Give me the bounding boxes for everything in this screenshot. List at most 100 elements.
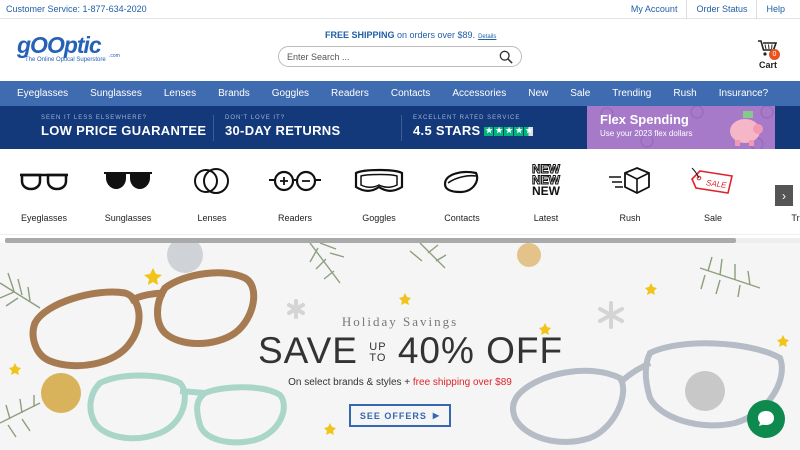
category-lenses[interactable]: Lenses [170,163,254,223]
flex-spending-title: Flex Spending [600,112,689,127]
hero-percent: 40% OFF [397,330,564,371]
flex-spending-banner[interactable]: Flex Spending Use your 2023 flex dollars [587,106,775,149]
customer-service: Customer Service: 1-877-634-2020 [6,4,147,14]
price-guarantee-small: SEEN IT LESS ELSEWHERE? [41,115,147,121]
cart-button[interactable]: 0 Cart [753,40,783,70]
cart-label: Cart [758,60,777,70]
free-shipping-notice: FREE SHIPPING on orders over $89. Details [325,30,496,40]
category-label: Goggles [362,213,396,223]
category-label: Lenses [197,213,227,223]
rating-big: 4.5 STARS [413,123,534,138]
rating-badge[interactable]: EXCELLENT RATED SERVICE 4.5 STARS [413,115,534,138]
help-link[interactable]: Help [756,0,794,19]
category-label: Latest [533,213,559,223]
search-icon[interactable] [499,50,513,64]
category-sale[interactable]: SALE Sale [671,163,755,223]
order-status-link[interactable]: Order Status [686,0,756,19]
category-label: Tre [791,213,800,223]
search-input[interactable] [287,51,499,62]
site-logo[interactable]: gOOptic .com The Online Optical Supersto… [17,32,127,63]
my-account-link[interactable]: My Account [622,0,687,19]
price-guarantee-big: LOW PRICE GUARANTEE [41,123,207,138]
hero-headline: SAVE UP TO 40% OFF [258,330,563,372]
promo-divider [213,115,214,141]
hero-on-select: On select brands & styles + [288,377,413,388]
category-label: Contacts [444,213,480,223]
lenses-icon [194,167,229,194]
hero-description: On select brands & styles + free shippin… [0,377,800,388]
nav-trending[interactable]: Trending [612,88,651,99]
category-latest[interactable]: NEW NEW NEW Latest [504,163,588,224]
customer-service-label: Customer Service: [6,4,81,14]
rating-text: 4.5 STARS [413,123,481,138]
free-shipping-text: on orders over $89. [394,30,476,40]
hero-free-shipping: free shipping over $89 [412,377,512,388]
category-label: Sale [703,213,722,223]
returns-policy[interactable]: DON'T LOVE IT? 30-DAY RETURNS [225,115,340,138]
logo-dotcom: .com [109,53,120,59]
contacts-icon [443,170,479,193]
returns-small: DON'T LOVE IT? [225,115,286,121]
category-label: Sunglasses [104,213,152,223]
eyeglasses-icon [20,173,68,190]
nav-new[interactable]: New [528,88,548,99]
carousel-next-button[interactable]: › [775,185,793,206]
piggy-bank-icon [730,111,763,146]
nav-sale[interactable]: Sale [570,88,590,99]
category-rush[interactable]: Rush [588,163,672,223]
nav-contacts[interactable]: Contacts [391,88,430,99]
promo-divider [401,115,402,141]
readers-icon [269,170,321,191]
main-nav: Eyeglasses Sunglasses Lenses Brands Gogg… [0,81,800,106]
trustpilot-stars-icon [484,126,534,137]
category-contacts[interactable]: Contacts [420,163,504,223]
chevron-right-icon: › [782,188,786,203]
category-carousel: Eyeglasses Sunglasses Lenses Readers Gog… [0,149,800,243]
nav-sunglasses[interactable]: Sunglasses [90,88,142,99]
category-goggles[interactable]: Goggles [337,163,421,223]
price-guarantee[interactable]: SEEN IT LESS ELSEWHERE? LOW PRICE GUARAN… [41,115,206,138]
play-arrow-icon: ▶ [432,411,441,420]
nav-eyeglasses[interactable]: Eyeglasses [17,88,68,99]
see-offers-button[interactable]: SEE OFFERS ▶ [349,404,451,427]
nav-readers[interactable]: Readers [331,88,369,99]
cart-count-badge: 0 [769,49,780,60]
category-label: Readers [277,213,313,223]
goggles-icon [354,168,404,192]
free-shipping-bold: FREE SHIPPING [325,30,395,40]
category-readers[interactable]: Readers [253,163,337,223]
sunglasses-icon [104,171,152,189]
category-label: Eyeglasses [20,213,68,223]
category-sunglasses[interactable]: Sunglasses [86,163,170,223]
hero-to-word: TO [369,352,387,365]
nav-rush[interactable]: Rush [673,88,696,99]
flex-spending-sub: Use your 2023 flex dollars [600,129,693,138]
customer-service-phone-link[interactable]: 1-877-634-2020 [83,4,147,14]
site-header: gOOptic .com The Online Optical Supersto… [0,19,800,81]
top-bar: Customer Service: 1-877-634-2020 My Acco… [0,0,800,19]
hero-subtitle: Holiday Savings [341,314,459,329]
nav-goggles[interactable]: Goggles [272,88,309,99]
sale-tag-icon: SALE [691,167,733,194]
hero-up-to: UP TO [369,342,386,364]
nav-accessories[interactable]: Accessories [452,88,506,99]
returns-big: 30-DAY RETURNS [225,123,341,138]
rating-small: EXCELLENT RATED SERVICE [413,115,521,121]
nav-lenses[interactable]: Lenses [164,88,196,99]
search-bar [278,46,522,67]
hero-save-word: SAVE [258,330,358,371]
shipping-details-link[interactable]: Details [478,34,496,40]
category-eyeglasses[interactable]: Eyeglasses [2,163,86,223]
chat-bubble-icon [758,411,774,426]
account-links: My Account Order Status Help [622,0,794,19]
nav-brands[interactable]: Brands [218,88,250,99]
new-text-row: NEW [532,184,560,198]
see-offers-label: SEE OFFERS [359,410,427,421]
chat-widget-button[interactable] [747,400,785,438]
promo-strip: SEEN IT LESS ELSEWHERE? LOW PRICE GUARAN… [0,106,800,149]
rush-box-icon [609,166,650,194]
hero-banner: Holiday Savings SAVE UP TO 40% OFF On sel… [0,243,800,450]
nav-insurance[interactable]: Insurance? [719,88,768,99]
category-label: Rush [619,213,641,223]
new-badge-icon: NEW NEW NEW [504,163,588,198]
